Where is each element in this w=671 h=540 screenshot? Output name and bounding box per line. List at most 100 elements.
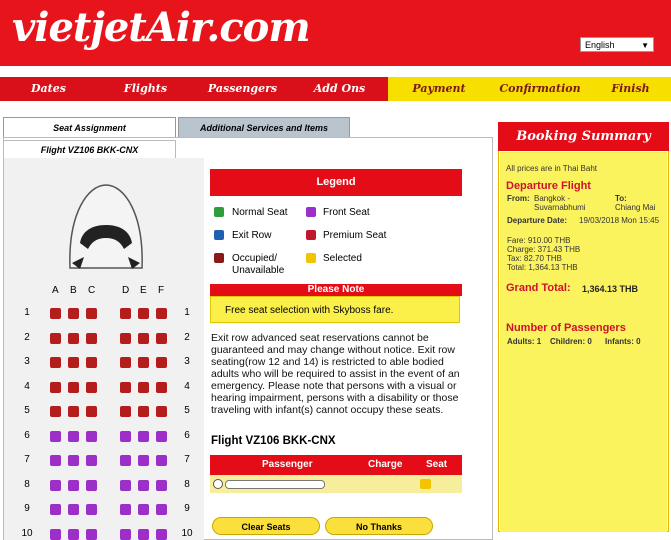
seat-6e[interactable] [138,430,149,442]
row-number: 10 [21,527,33,539]
seat-8c[interactable] [86,479,97,491]
passenger-table-header: Passenger Charge Seat [210,455,462,475]
seat-col-c: C [88,285,96,296]
from-label: From: [507,194,530,203]
seat-10e[interactable] [138,528,149,540]
language-selected: English [585,40,615,50]
exit-row-notice: Exit row advanced seat reservations cann… [211,332,460,416]
selected-seat-icon[interactable] [420,479,431,489]
normal-seat-icon [214,207,224,217]
no-thanks-button[interactable]: No Thanks [325,517,433,535]
seat-9c[interactable] [86,504,97,515]
children-count: Children: 0 [550,337,592,346]
seat-9f[interactable] [156,504,167,515]
step-payment[interactable]: Payment [388,77,490,101]
seat-10b[interactable] [68,528,79,540]
seat-7b[interactable] [68,455,79,466]
note-title: Please Note [210,284,462,296]
seat-2a [50,332,61,344]
grand-total-label: Grand Total: [506,282,571,294]
legend-front: Front Seat [323,207,370,218]
seat-9e[interactable] [138,504,149,515]
seat-8f[interactable] [156,479,167,491]
row-number-right: 10 [181,527,193,539]
step-dates[interactable]: Dates [0,77,97,101]
fare-value: Fare: 910.00 THB [507,236,571,245]
seat-3b [68,357,79,368]
seat-8e[interactable] [138,479,149,491]
seat-6b[interactable] [68,430,79,442]
seat-9b[interactable] [68,504,79,515]
seat-col-a: A [52,285,59,296]
grand-total-value: 1,364.13 THB [582,284,639,294]
seat-8a[interactable] [50,479,61,491]
seat-9a[interactable] [50,504,61,515]
row-number-right: 7 [184,454,190,465]
step-passengers[interactable]: Passengers [194,77,291,101]
exit-row-icon [214,230,224,240]
row-number-right: 9 [184,503,190,514]
seat-col-e: E [140,285,147,296]
seat-1c [86,308,97,319]
legend-occupied: Occupied/ Unavailable [232,253,285,276]
seat-6f[interactable] [156,430,167,442]
legend-selected: Selected [323,253,362,264]
chevron-down-icon: ▼ [641,41,649,50]
row-number: 5 [24,405,30,416]
seat-7d[interactable] [120,455,131,466]
seat-6d[interactable] [120,430,131,442]
step-flights[interactable]: Flights [97,77,194,101]
step-add-ons[interactable]: Add Ons [291,77,388,101]
seat-10d[interactable] [120,528,131,540]
seat-10c[interactable] [86,528,97,540]
passenger-name-field[interactable] [225,480,325,489]
vietjet-logo[interactable]: vietjetAir.com [12,4,311,51]
passenger-radio[interactable] [213,479,223,489]
flight-subtab[interactable]: Flight VZ106 BKK-CNX [3,140,176,159]
table-row[interactable] [210,475,462,493]
row-number: 8 [24,478,30,490]
seat-8d[interactable] [120,479,131,491]
seat-5b [68,406,79,417]
seat-7c[interactable] [86,455,97,466]
seat-4f [156,381,167,393]
clear-seats-button[interactable]: Clear Seats [212,517,320,535]
seat-10a[interactable] [50,528,61,540]
row-number: 2 [24,331,30,343]
seat-10f[interactable] [156,528,167,540]
language-select[interactable]: English ▼ [580,37,654,52]
total-value: Total: 1,364.13 THB [507,263,578,272]
seat-col-d: D [122,285,130,296]
seat-2b [68,332,79,344]
seat-8b[interactable] [68,479,79,491]
tab-additional-services[interactable]: Additional Services and Items [178,117,350,137]
seat-5c [86,406,97,417]
selected-seat-icon [306,253,316,263]
step-finish[interactable]: Finish [590,77,671,101]
step-confirmation[interactable]: Confirmation [490,77,590,101]
seat-2c [86,332,97,344]
seat-7a[interactable] [50,455,61,466]
seat-7f[interactable] [156,455,167,466]
flight-title: Flight VZ106 BKK-CNX [211,435,336,447]
seat-1a [50,308,61,319]
seat-6a[interactable] [50,430,61,442]
aircraft-nose-icon [69,184,143,269]
seat-4c [86,381,97,393]
seat-1f [156,308,167,319]
seat-5e [138,406,149,417]
tab-seat-assignment[interactable]: Seat Assignment [3,117,176,137]
row-number: 6 [24,429,30,441]
seat-3e [138,357,149,368]
legend-premium: Premium Seat [323,230,387,241]
seat-7e[interactable] [138,455,149,466]
seat-6c[interactable] [86,430,97,442]
seat-9d[interactable] [120,504,131,515]
row-number: 3 [24,356,30,367]
seat-4b [68,381,79,393]
note-text: Free seat selection with Skyboss fare. [210,296,460,323]
seat-col-f: F [158,285,165,296]
to-label: To: [615,194,627,203]
from-value: Bangkok - Suvarnabhumi [534,194,586,212]
legend-exit: Exit Row [232,230,272,241]
